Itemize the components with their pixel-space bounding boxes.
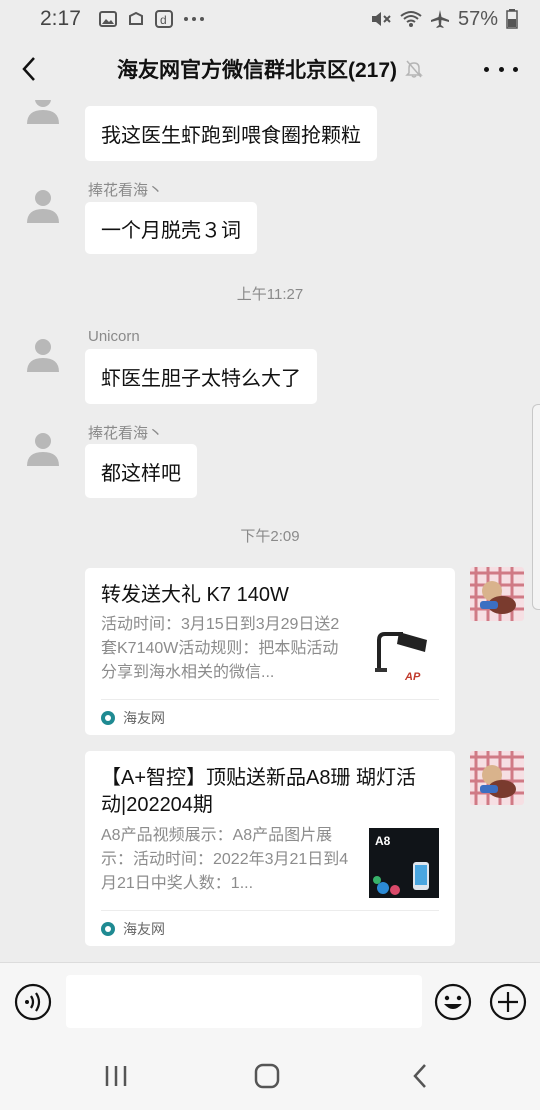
mute-bell-icon	[405, 60, 423, 78]
card-source-name: 海友网	[123, 709, 165, 726]
more-icon	[484, 66, 489, 72]
status-right: 57%	[370, 8, 518, 31]
status-time: 2:17	[40, 7, 81, 30]
recent-apps-icon	[105, 1066, 127, 1086]
home-button[interactable]	[247, 1058, 287, 1094]
back-arrow-icon	[22, 57, 35, 81]
home-icon	[254, 1063, 280, 1089]
link-card[interactable]: 【A+智控】顶贴送新品A8珊 瑚灯活动|202204期 A8产品视频展示：A8产…	[85, 751, 455, 946]
nav-back-button[interactable]	[400, 1058, 440, 1094]
default-avatar[interactable]	[24, 428, 62, 466]
more-notifications-icon	[183, 17, 204, 21]
card-description: A8产品视频展示：A8产品图片展示：活动时间：2022年3月21日到4月21日中…	[101, 827, 349, 892]
card-description: 活动时间：3月15日到3月29日送2套K7140W活动规则：把本贴活动分享到海水…	[101, 616, 340, 681]
message-bubble[interactable]: 一个月脱壳３词	[85, 202, 257, 254]
box-icon	[128, 11, 143, 25]
default-avatar[interactable]	[24, 100, 62, 124]
status-bar: 2:17 d 57%	[0, 0, 540, 38]
chat-header: 海友网官方微信群北京区(217)	[0, 38, 540, 100]
nav-back-icon	[413, 1064, 426, 1088]
chat-title: 海友网官方微信群北京区(217)	[116, 59, 398, 82]
svg-text:P: P	[413, 671, 421, 683]
message-text: 虾医生胆子太特么大了	[101, 368, 301, 390]
sender-name: 捧花看海丶	[88, 182, 164, 199]
svg-text:d: d	[160, 13, 167, 27]
card-source-name: 海友网	[123, 920, 165, 937]
scroll-handle[interactable]	[532, 404, 540, 610]
default-avatar[interactable]	[24, 185, 62, 223]
link-card[interactable]: 转发送大礼 K7 140W 活动时间：3月15日到3月29日送2套K7140W活…	[85, 568, 455, 735]
default-avatar[interactable]	[24, 334, 62, 372]
input-bar	[0, 962, 540, 1038]
message-text: 都这样吧	[101, 462, 181, 485]
time-separator: 下午2:09	[240, 528, 300, 545]
emoji-icon[interactable]	[434, 983, 472, 1021]
thumbnail-art	[373, 862, 429, 895]
app-d-icon: d	[154, 10, 173, 28]
message-bubble[interactable]: 虾医生胆子太特么大了	[85, 349, 317, 404]
card-source: 海友网	[101, 699, 439, 735]
svg-text:A: A	[404, 671, 413, 683]
card-thumbnail: A8	[369, 828, 439, 898]
recent-apps-button[interactable]	[96, 1058, 136, 1094]
sender-name: 捧花看海丶	[88, 425, 164, 442]
wifi-icon	[400, 11, 422, 27]
sender-name: Unicorn	[88, 328, 140, 345]
time-separator: 上午11:27	[236, 286, 304, 303]
image-icon	[98, 11, 117, 27]
message-input[interactable]	[66, 975, 422, 1028]
self-avatar[interactable]	[470, 567, 524, 621]
card-title: 转发送大礼 K7 140W	[101, 584, 289, 606]
avatar-image	[470, 567, 524, 621]
message-list[interactable]: 我这医生虾跑到喂食圈抢颗粒 捧花看海丶 一个月脱壳３词 上午11:27 Unic…	[0, 100, 540, 962]
notification-icons: d	[98, 10, 205, 28]
system-nav-bar	[0, 1038, 540, 1110]
message-text: 一个月脱壳３词	[101, 219, 241, 242]
card-source: 海友网	[101, 910, 439, 946]
more-button[interactable]	[484, 56, 518, 82]
self-avatar[interactable]	[470, 751, 524, 805]
message-text: 我这医生虾跑到喂食圈抢颗粒	[101, 125, 361, 147]
airplane-icon	[430, 10, 449, 28]
battery-percent: 57%	[457, 7, 498, 30]
message-bubble[interactable]: 都这样吧	[85, 444, 197, 498]
avatar-image	[470, 751, 524, 805]
battery-icon	[506, 9, 518, 29]
back-button[interactable]	[14, 52, 44, 86]
card-thumbnail: A P	[369, 618, 439, 688]
voice-icon[interactable]	[14, 983, 52, 1021]
message-bubble[interactable]: 我这医生虾跑到喂食圈抢颗粒	[85, 106, 377, 161]
mute-icon	[371, 12, 391, 26]
card-title: 【A+智控】顶贴送新品A8珊 瑚灯活动|202204期	[101, 767, 417, 816]
source-logo-icon	[101, 921, 115, 936]
source-logo-icon	[101, 710, 115, 725]
title-wrap: 海友网官方微信群北京区(217)	[0, 38, 540, 100]
plus-icon[interactable]	[489, 983, 527, 1021]
